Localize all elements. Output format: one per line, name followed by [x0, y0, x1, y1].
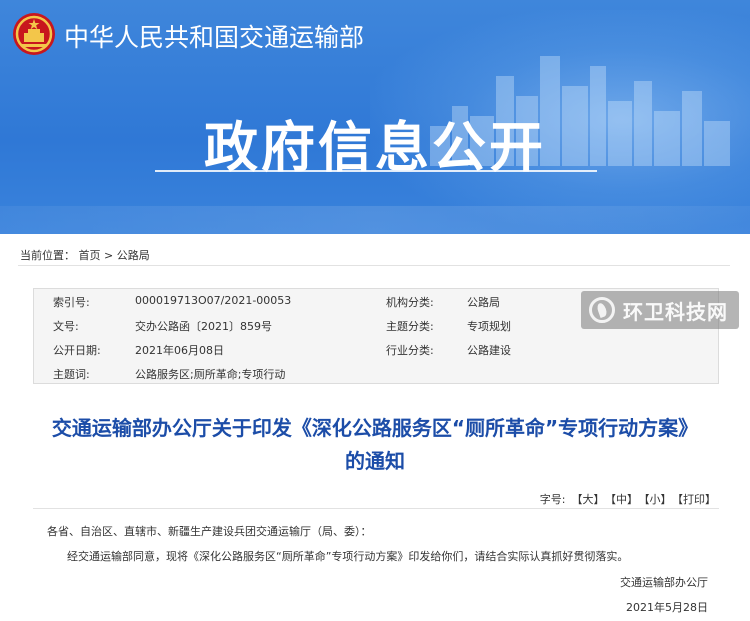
header-banner: 中华人民共和国交通运输部 政府信息公开: [0, 0, 750, 234]
national-emblem-icon: [13, 13, 55, 55]
font-large-button[interactable]: 【大】: [572, 493, 605, 506]
info-label: 机构分类:: [386, 296, 434, 309]
info-label: 文号:: [53, 320, 79, 333]
info-row-date: 公开日期: 2021年06月08日 行业分类: 公路建设: [34, 337, 720, 361]
info-value: 2021年06月08日: [135, 344, 224, 357]
title-underline: [155, 170, 597, 172]
info-label: 主题分类:: [386, 320, 434, 333]
font-size-label: 字号:: [539, 493, 566, 506]
info-value: 专项规划: [467, 320, 511, 333]
font-size-controls: 字号: 【大】 【中】 【小】 【打印】: [540, 491, 716, 507]
article-salutation: 各省、自治区、直辖市、新疆生产建设兵团交通运输厅（局、委）：: [47, 525, 372, 538]
info-value: 公路局: [467, 296, 500, 309]
info-value: 交办公路函〔2021〕859号: [135, 320, 272, 333]
print-button[interactable]: 【打印】: [678, 493, 717, 506]
breadcrumb-current-link[interactable]: 公路局: [117, 247, 150, 263]
article-title: 交通运输部办公厅关于印发《深化公路服务区“厕所革命”专项行动方案》 的通知: [20, 412, 730, 478]
breadcrumb-divider: [18, 265, 730, 266]
font-small-button[interactable]: 【小】: [644, 493, 672, 506]
info-label: 主题词:: [53, 368, 90, 381]
info-value: 公路建设: [467, 344, 511, 357]
article-title-line2: 的通知: [345, 449, 405, 473]
info-label: 公开日期:: [53, 344, 101, 357]
article-signature: 交通运输部办公厅: [620, 576, 708, 589]
watermark-text: 环卫科技网: [623, 299, 728, 324]
breadcrumb-prefix: 当前位置：: [20, 249, 75, 262]
info-row-keywords: 主题词: 公路服务区;厕所革命;专项行动: [34, 361, 720, 385]
article-date: 2021年5月28日: [626, 601, 708, 614]
article-body: 经交通运输部同意，现将《深化公路服务区“厕所革命”专项行动方案》印发给你们，请结…: [67, 550, 629, 563]
ministry-name: 中华人民共和国交通运输部: [64, 23, 365, 52]
banner-stripe: [0, 206, 750, 234]
breadcrumb: 当前位置： 首页 > 公路局: [20, 247, 150, 263]
breadcrumb-separator: >: [104, 249, 114, 262]
info-label: 索引号:: [53, 296, 90, 309]
leaf-logo-icon: [589, 297, 615, 323]
article-divider: [33, 508, 719, 509]
font-medium-button[interactable]: 【中】: [611, 493, 639, 506]
info-value: 公路服务区;厕所革命;专项行动: [135, 368, 286, 381]
article-title-line1: 交通运输部办公厅关于印发《深化公路服务区“厕所革命”专项行动方案》: [51, 416, 699, 440]
watermark: 环卫科技网: [581, 291, 739, 329]
breadcrumb-home-link[interactable]: 首页: [79, 247, 101, 263]
info-value: 000019713O07/2021-00053: [135, 294, 292, 307]
info-label: 行业分类:: [386, 344, 434, 357]
